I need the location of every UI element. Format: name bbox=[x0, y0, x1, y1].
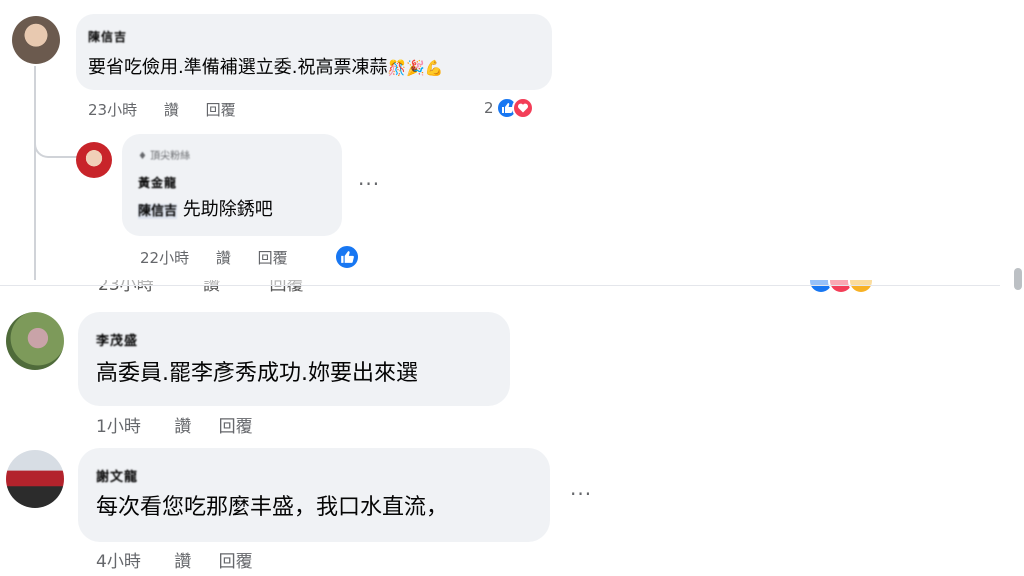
comment-bubble: 謝文龍 每次看您吃那麼丰盛，我口水直流， bbox=[78, 448, 550, 542]
reply-button[interactable]: 回覆 bbox=[219, 552, 253, 572]
avatar[interactable] bbox=[6, 450, 64, 508]
more-options-button[interactable]: ··· bbox=[358, 172, 380, 196]
comment-bubble: ♦ 頂尖粉絲 黃金龍 陳信吉 先助除銹吧 bbox=[122, 134, 342, 236]
more-options-button[interactable]: ··· bbox=[570, 482, 592, 506]
comment-time[interactable]: 23小時 bbox=[88, 101, 137, 119]
comment-time[interactable]: 22小時 bbox=[140, 249, 189, 267]
like-button[interactable]: 讚 bbox=[174, 417, 191, 437]
comment-time[interactable]: 4小時 bbox=[96, 552, 141, 572]
like-button[interactable]: 讚 bbox=[164, 101, 179, 119]
reply-button[interactable]: 回覆 bbox=[206, 101, 236, 119]
thread-line-vertical bbox=[34, 66, 36, 280]
comment-text-body: 先助除銹吧 bbox=[182, 199, 273, 220]
reaction-summary[interactable]: 2 bbox=[484, 97, 534, 119]
like-reaction-icon bbox=[334, 244, 360, 270]
reply-button[interactable]: 回覆 bbox=[219, 417, 253, 437]
comment-actions: 4小時 讚 回覆 bbox=[96, 547, 275, 572]
like-button[interactable]: 讚 bbox=[216, 249, 231, 267]
scrollbar[interactable] bbox=[1014, 268, 1022, 290]
comment-text: 每次看您吃那麼丰盛，我口水直流， bbox=[96, 495, 449, 520]
thread-line-branch bbox=[34, 118, 80, 158]
badge-label: 頂尖粉絲 bbox=[150, 151, 191, 162]
comment-actions: 22小時 讚 回覆 bbox=[140, 247, 310, 268]
overlay-divider bbox=[0, 280, 1000, 286]
comment-actions: 23小時 讚 回覆 bbox=[88, 99, 258, 120]
mention-link[interactable]: 陳信吉 bbox=[138, 204, 178, 219]
comment-text: 要省吃儉用.準備補選立委.祝高票凍蒜🎊🎉💪 bbox=[88, 54, 443, 82]
top-fan-badge: ♦ 頂尖粉絲 bbox=[138, 147, 190, 162]
reply-button[interactable]: 回覆 bbox=[258, 249, 288, 267]
avatar[interactable] bbox=[6, 312, 64, 370]
like-button[interactable]: 讚 bbox=[174, 552, 191, 572]
avatar[interactable] bbox=[76, 142, 112, 178]
comment-author[interactable]: 黃金龍 bbox=[138, 174, 177, 191]
comment-author[interactable]: 謝文龍 bbox=[96, 466, 138, 485]
reaction-count: 2 bbox=[484, 99, 494, 117]
comment-text: 陳信吉 先助除銹吧 bbox=[138, 196, 273, 226]
comment-text-body: 要省吃儉用.準備補選立委.祝高票凍蒜 bbox=[88, 57, 388, 78]
comment-author[interactable]: 李茂盛 bbox=[96, 330, 138, 349]
comment-text: 高委員.罷李彥秀成功.妳要出來選 bbox=[96, 361, 418, 386]
comment-bubble: 陳信吉 要省吃儉用.準備補選立委.祝高票凍蒜🎊🎉💪 bbox=[76, 14, 552, 90]
comment-actions: 1小時 讚 回覆 bbox=[96, 412, 275, 437]
avatar[interactable] bbox=[12, 16, 60, 64]
comment-time[interactable]: 1小時 bbox=[96, 417, 141, 437]
badge-icon: ♦ bbox=[138, 151, 151, 162]
comment-bubble: 李茂盛 高委員.罷李彥秀成功.妳要出來選 bbox=[78, 312, 510, 406]
comment-author[interactable]: 陳信吉 bbox=[88, 28, 127, 45]
love-reaction-icon bbox=[511, 97, 534, 119]
reaction-summary[interactable] bbox=[334, 244, 360, 270]
emoji-icon: 🎊🎉💪 bbox=[387, 59, 444, 77]
